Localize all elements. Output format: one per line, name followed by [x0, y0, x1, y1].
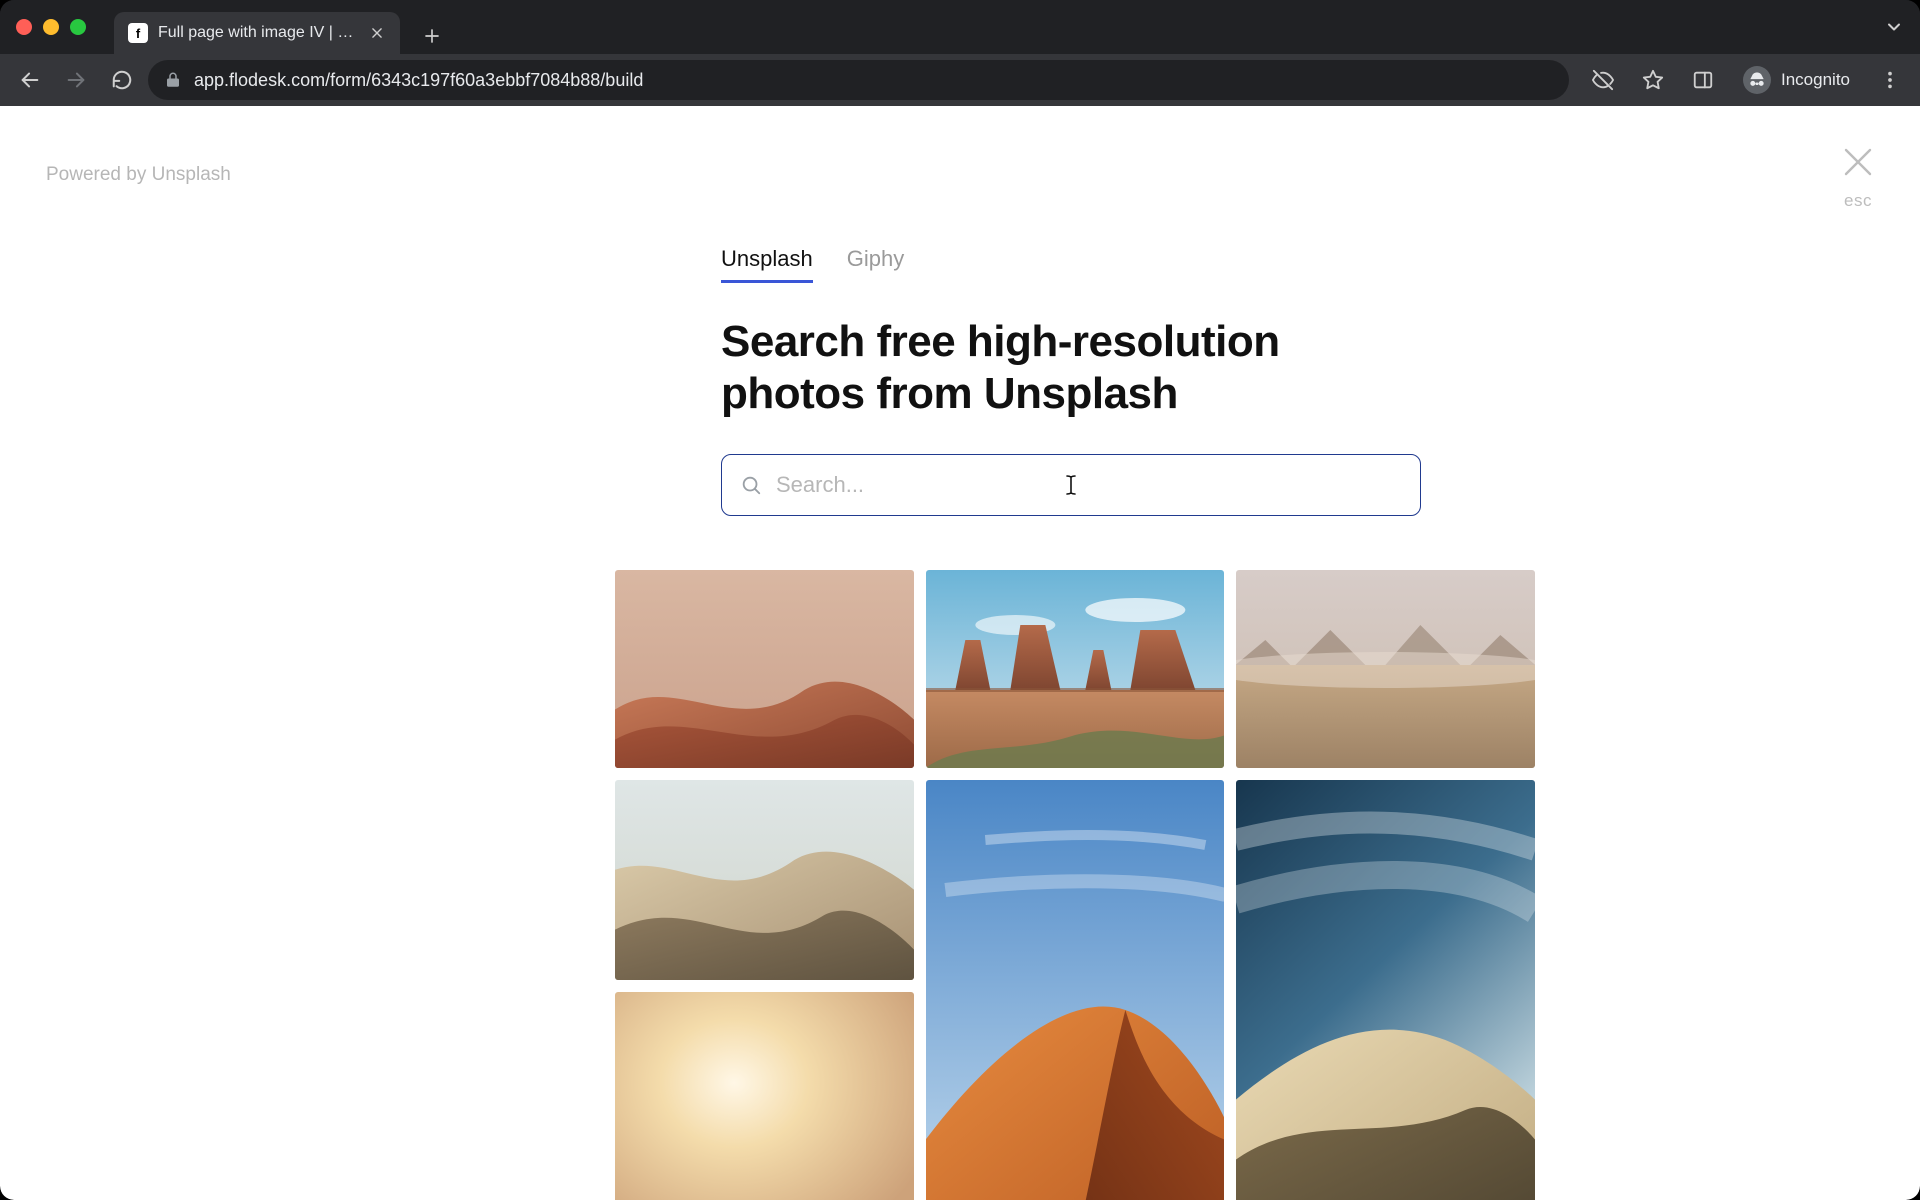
titlebar: f Full page with image IV | Flode…	[0, 0, 1920, 54]
image-monument-valley[interactable]	[926, 570, 1225, 768]
bookmark-star-button[interactable]	[1633, 60, 1673, 100]
browser-toolbar: app.flodesk.com/form/6343c197f60a3ebbf70…	[0, 54, 1920, 106]
image-single-orange-dune-sky[interactable]	[926, 780, 1225, 1200]
page-title: Search free high-resolution photos from …	[721, 316, 1365, 420]
search-icon	[740, 474, 762, 496]
eye-off-icon[interactable]	[1583, 60, 1623, 100]
window-controls	[16, 19, 86, 35]
image-gallery	[615, 570, 1535, 1200]
image-dramatic-sky-dunes[interactable]	[1236, 780, 1535, 1200]
reload-button[interactable]	[102, 60, 142, 100]
toolbar-right: Incognito	[1575, 60, 1910, 100]
close-icon	[1840, 144, 1876, 185]
window-zoom-button[interactable]	[70, 19, 86, 35]
address-bar[interactable]: app.flodesk.com/form/6343c197f60a3ebbf70…	[148, 60, 1569, 100]
page-content: Powered by Unsplash esc Unsplash Giphy S…	[0, 106, 1920, 1200]
image-sand-dunes-pale[interactable]	[615, 780, 914, 980]
image-orange-dunes-haze[interactable]	[615, 570, 914, 768]
gallery-col-1	[615, 570, 914, 1200]
gallery-col-2	[926, 570, 1225, 1200]
image-sun-haze-dunes[interactable]	[615, 992, 914, 1200]
tab-close-button[interactable]	[368, 24, 386, 42]
back-button[interactable]	[10, 60, 50, 100]
incognito-icon	[1743, 66, 1771, 94]
browser-window: f Full page with image IV | Flode…	[0, 0, 1920, 1200]
tab-unsplash[interactable]: Unsplash	[721, 246, 813, 282]
forward-button[interactable]	[56, 60, 96, 100]
image-misty-rock-plain[interactable]	[1236, 570, 1535, 768]
tabs-overflow-button[interactable]	[1884, 17, 1904, 37]
side-panel-button[interactable]	[1683, 60, 1723, 100]
window-minimize-button[interactable]	[43, 19, 59, 35]
search-box[interactable]	[721, 454, 1421, 516]
favicon-icon: f	[128, 23, 148, 43]
modal-center: Unsplash Giphy Search free high-resoluti…	[555, 106, 1365, 1200]
source-tabs: Unsplash Giphy	[721, 246, 1365, 282]
lock-icon	[164, 71, 182, 89]
address-bar-url: app.flodesk.com/form/6343c197f60a3ebbf70…	[194, 70, 643, 91]
tabstrip: f Full page with image IV | Flode…	[114, 0, 450, 54]
incognito-label: Incognito	[1781, 70, 1850, 90]
browser-tab-title: Full page with image IV | Flode…	[158, 24, 358, 42]
window-close-button[interactable]	[16, 19, 32, 35]
attribution-label: Powered by Unsplash	[46, 164, 231, 186]
search-input[interactable]	[776, 472, 1402, 498]
browser-menu-button[interactable]	[1870, 60, 1910, 100]
tab-giphy[interactable]: Giphy	[847, 246, 904, 282]
new-tab-button[interactable]	[414, 18, 450, 54]
close-esc-label: esc	[1844, 191, 1872, 211]
gallery-col-3	[1236, 570, 1535, 1200]
browser-tab-active[interactable]: f Full page with image IV | Flode…	[114, 12, 400, 54]
close-modal-button[interactable]: esc	[1840, 144, 1876, 211]
profile-incognito-button[interactable]: Incognito	[1733, 62, 1860, 98]
